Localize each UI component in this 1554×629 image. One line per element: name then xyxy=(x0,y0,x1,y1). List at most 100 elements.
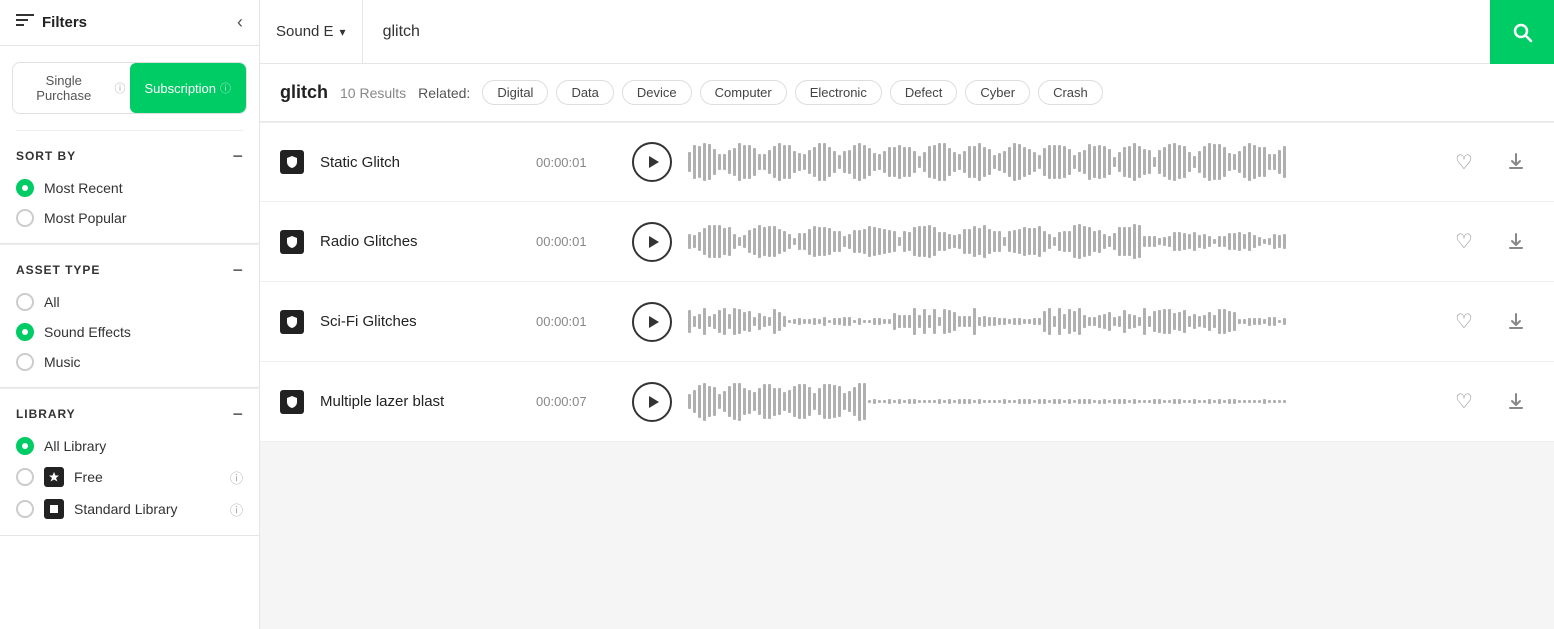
asset-type-sound-effects-radio[interactable] xyxy=(16,323,34,341)
wave-bar xyxy=(1243,319,1246,324)
download-button[interactable] xyxy=(1498,384,1534,420)
tag-crash[interactable]: Crash xyxy=(1038,80,1103,105)
wave-bar xyxy=(1253,318,1256,326)
wave-bar xyxy=(788,390,791,412)
favorite-button[interactable]: ♡ xyxy=(1446,384,1482,420)
wave-bar xyxy=(978,317,981,326)
asset-type-collapse[interactable]: − xyxy=(232,261,243,279)
wave-bar xyxy=(713,387,716,415)
search-input[interactable] xyxy=(383,23,1470,41)
favorite-button[interactable]: ♡ xyxy=(1446,144,1482,180)
download-icon xyxy=(1506,312,1526,332)
wave-bar xyxy=(1253,235,1256,249)
subscription-info[interactable]: ⓘ xyxy=(220,80,231,96)
library-free-info[interactable]: ⓘ xyxy=(230,468,243,487)
wave-bar xyxy=(808,150,811,175)
wave-bar xyxy=(808,387,811,417)
wave-bar xyxy=(1068,309,1071,334)
wave-bar xyxy=(1043,148,1046,175)
wave-bar xyxy=(778,143,781,180)
waveform xyxy=(688,222,1430,262)
wave-bar xyxy=(1013,318,1016,325)
wave-bar xyxy=(733,383,736,420)
download-button[interactable] xyxy=(1498,224,1534,260)
sort-most-recent-radio[interactable] xyxy=(16,179,34,197)
wave-bar xyxy=(993,155,996,170)
wave-bar xyxy=(1018,144,1021,180)
single-purchase-option[interactable]: Single Purchase ⓘ xyxy=(13,63,130,113)
wave-bar xyxy=(958,399,961,404)
tag-electronic[interactable]: Electronic xyxy=(795,80,882,105)
wave-bar xyxy=(1093,400,1096,403)
wave-bar xyxy=(1168,309,1171,334)
search-category-button[interactable]: Sound E ▾ xyxy=(260,0,363,63)
wave-bar xyxy=(1123,147,1126,177)
tag-cyber[interactable]: Cyber xyxy=(965,80,1030,105)
library-all-radio[interactable] xyxy=(16,437,34,455)
tag-computer[interactable]: Computer xyxy=(700,80,787,105)
wave-bar xyxy=(723,308,726,334)
wave-bar xyxy=(1063,231,1066,252)
wave-bar xyxy=(1113,399,1116,405)
asset-type-music[interactable]: Music xyxy=(16,353,243,371)
wave-bar xyxy=(748,145,751,178)
favorite-button[interactable]: ♡ xyxy=(1446,224,1482,260)
library-all[interactable]: All Library xyxy=(16,437,243,455)
wave-bar xyxy=(1108,400,1111,403)
wave-bar xyxy=(793,151,796,173)
sort-most-popular[interactable]: Most Popular xyxy=(16,209,243,227)
sort-most-recent[interactable]: Most Recent xyxy=(16,179,243,197)
tag-defect[interactable]: Defect xyxy=(890,80,958,105)
wave-bar xyxy=(858,143,861,181)
single-purchase-info[interactable]: ⓘ xyxy=(115,80,126,96)
wave-bar xyxy=(873,318,876,325)
library-collapse[interactable]: − xyxy=(232,405,243,423)
wave-bar xyxy=(798,233,801,250)
search-button[interactable] xyxy=(1490,0,1554,64)
download-button[interactable] xyxy=(1498,144,1534,180)
wave-bar xyxy=(1028,399,1031,403)
asset-type-music-radio[interactable] xyxy=(16,353,34,371)
play-button[interactable] xyxy=(632,222,672,262)
wave-bar xyxy=(908,399,911,403)
sort-most-popular-radio[interactable] xyxy=(16,209,34,227)
wave-bar xyxy=(1283,318,1286,325)
wave-bar xyxy=(1283,146,1286,178)
collapse-icon[interactable]: ‹ xyxy=(237,12,243,33)
wave-bar xyxy=(1133,399,1136,405)
wave-bar xyxy=(768,317,771,326)
wave-bar xyxy=(973,226,976,257)
asset-type-sound-effects[interactable]: Sound Effects xyxy=(16,323,243,341)
library-standard-radio[interactable] xyxy=(16,500,34,518)
asset-type-all-radio[interactable] xyxy=(16,293,34,311)
play-icon xyxy=(645,314,661,330)
library-standard-info[interactable]: ⓘ xyxy=(230,500,243,519)
wave-bar xyxy=(1218,144,1221,180)
wave-bar xyxy=(913,308,916,335)
asset-type-all[interactable]: All xyxy=(16,293,243,311)
library-free-radio[interactable] xyxy=(16,468,34,486)
tag-device[interactable]: Device xyxy=(622,80,692,105)
wave-bar xyxy=(748,311,751,333)
download-button[interactable] xyxy=(1498,304,1534,340)
wave-bar xyxy=(1198,235,1201,248)
tag-data[interactable]: Data xyxy=(556,80,613,105)
play-button[interactable] xyxy=(632,382,672,422)
wave-bar xyxy=(1193,399,1196,404)
wave-bar xyxy=(873,153,876,172)
subscription-option[interactable]: Subscription ⓘ xyxy=(130,63,247,113)
wave-bar xyxy=(1038,399,1041,405)
wave-bar xyxy=(1218,236,1221,248)
play-button[interactable] xyxy=(632,142,672,182)
library-standard[interactable]: Standard Library ⓘ xyxy=(16,499,243,519)
play-button[interactable] xyxy=(632,302,672,342)
sort-by-collapse[interactable]: − xyxy=(232,147,243,165)
wave-bar xyxy=(1168,236,1171,246)
wave-bar xyxy=(1063,400,1066,404)
library-free[interactable]: Free ⓘ xyxy=(16,467,243,487)
wave-bar xyxy=(923,400,926,403)
wave-bar xyxy=(988,400,991,403)
favorite-button[interactable]: ♡ xyxy=(1446,304,1482,340)
single-purchase-label: Single Purchase xyxy=(17,73,111,103)
tag-digital[interactable]: Digital xyxy=(482,80,548,105)
